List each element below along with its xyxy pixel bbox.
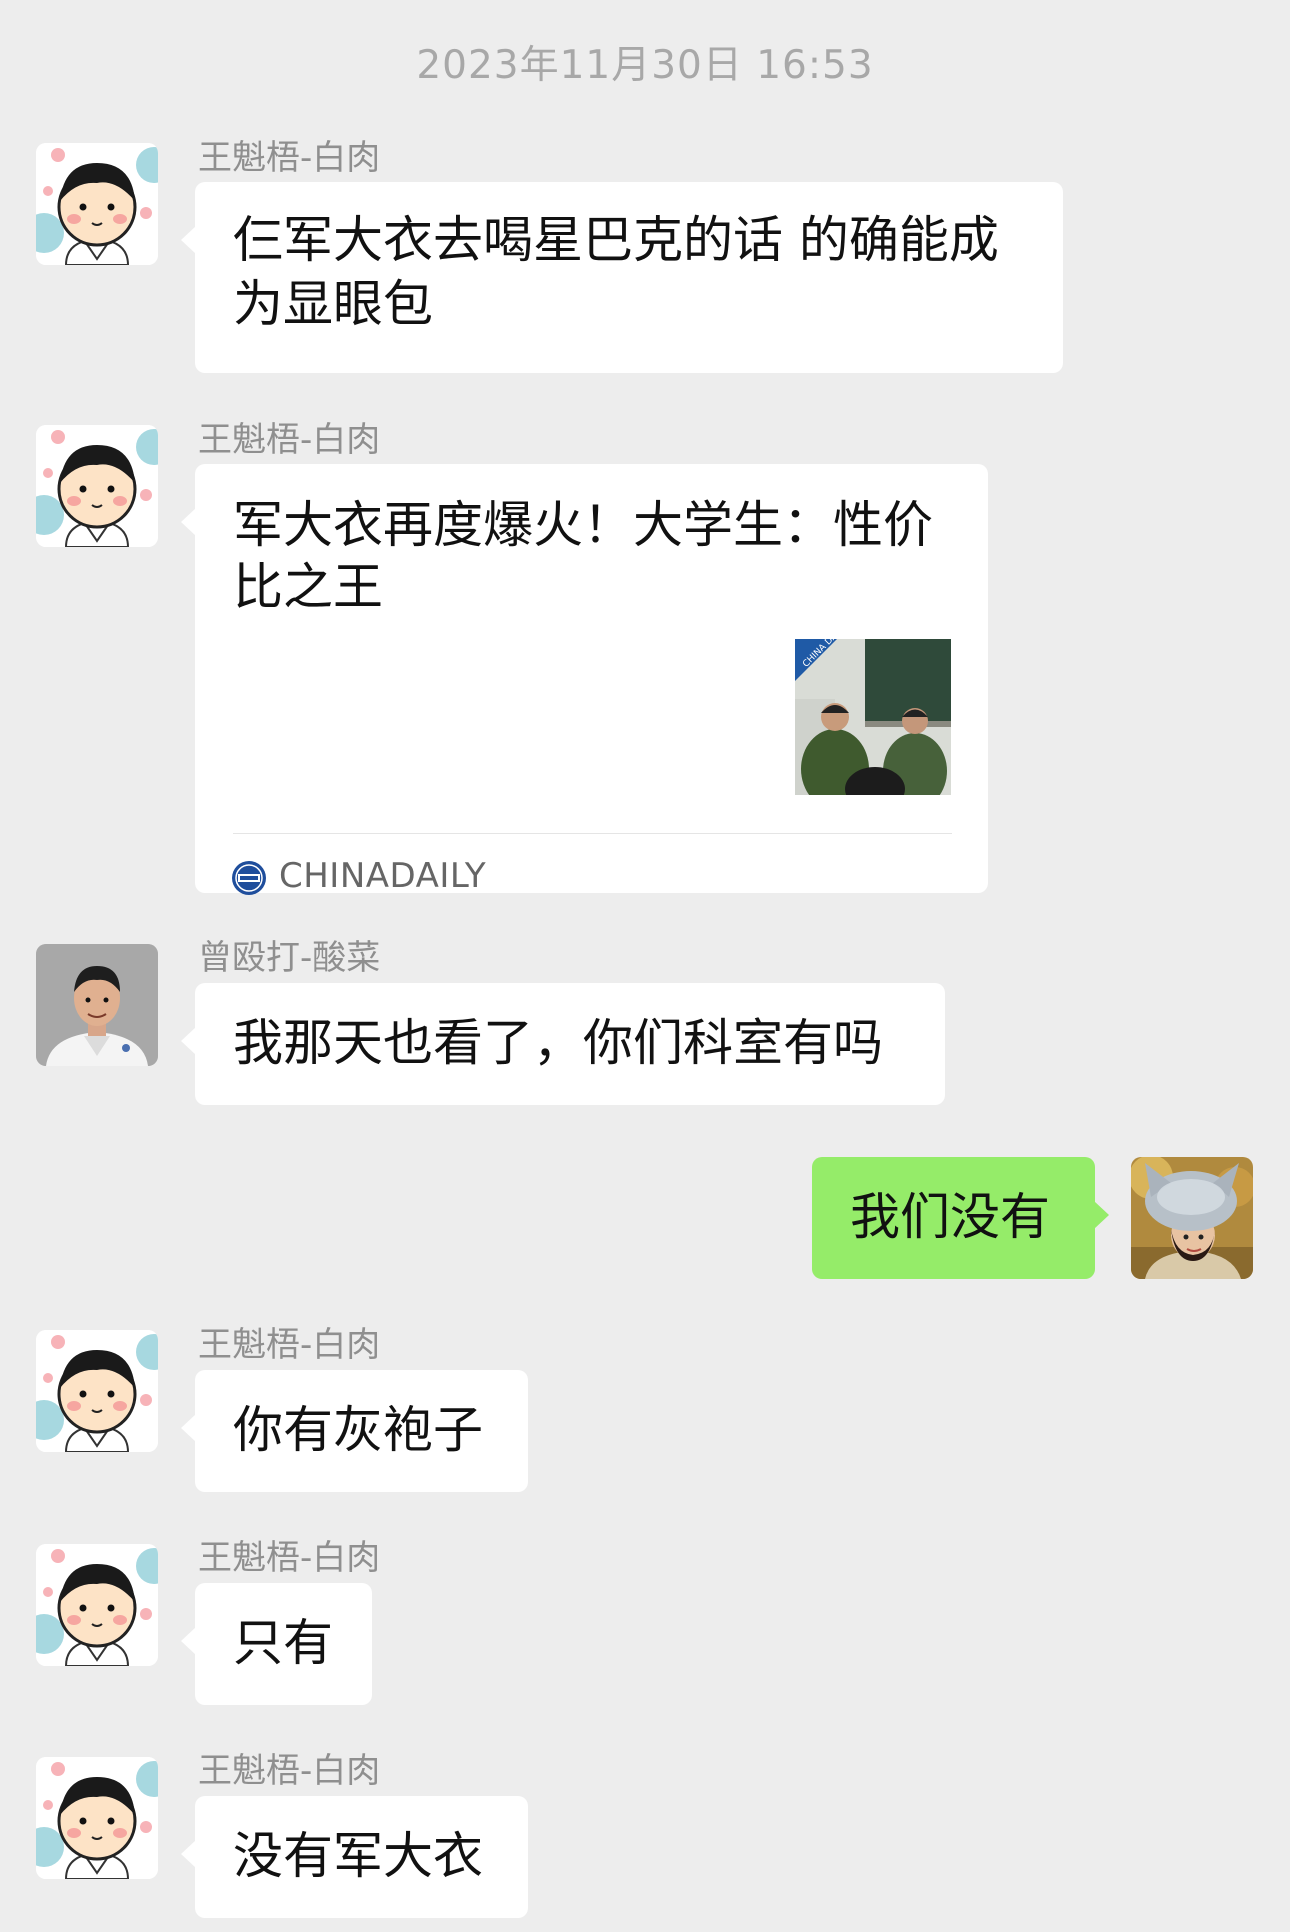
- sender-name: 王魁梧-白肉: [198, 1751, 381, 1791]
- article-title: 军大衣再度爆火！大学生：性价比之王: [233, 496, 933, 616]
- message-bubble[interactable]: 你有灰袍子: [181, 1370, 528, 1492]
- sender-name: 王魁梧-白肉: [198, 1325, 381, 1365]
- cartoon-avatar-icon[interactable]: [36, 1757, 158, 1879]
- sender-name: 王魁梧-白肉: [198, 138, 381, 178]
- sender-name: 王魁梧-白肉: [198, 420, 381, 460]
- card-divider: [233, 833, 952, 834]
- article-thumbnail: CHINA DAILY: [795, 639, 951, 795]
- china-daily-logo-icon: [231, 847, 267, 895]
- sender-name: 王魁梧-白肉: [198, 1538, 381, 1578]
- article-card[interactable]: 军大衣再度爆火！大学生：性价比之王 CHINA DAILY CHINADAILY: [181, 464, 988, 896]
- chat-timestamp: 2023年11月30日 16:53: [416, 43, 874, 88]
- message-text: 只有: [233, 1614, 333, 1672]
- cartoon-avatar-icon[interactable]: [36, 425, 158, 547]
- message-text: 我那天也看了，你们科室有吗: [233, 1014, 883, 1072]
- message-bubble[interactable]: 我那天也看了，你们科室有吗: [181, 983, 945, 1105]
- cartoon-avatar-icon[interactable]: [36, 1330, 158, 1452]
- cartoon-avatar-icon[interactable]: [36, 1544, 158, 1666]
- sender-name: 曾殴打-酸菜: [198, 938, 381, 978]
- cartoon-avatar-icon[interactable]: [36, 143, 158, 265]
- message-text: 没有军大衣: [233, 1827, 483, 1885]
- message-text: 仨军大衣去喝星巴克的话 的确能成为显眼包: [233, 211, 999, 333]
- doctor-avatar-icon[interactable]: [36, 944, 158, 1066]
- message-text: 你有灰袍子: [233, 1401, 483, 1459]
- message-bubble[interactable]: 没有军大衣: [181, 1796, 528, 1918]
- my-avatar-icon[interactable]: [1131, 1157, 1253, 1279]
- message-bubble[interactable]: 只有: [181, 1583, 372, 1705]
- message-bubble[interactable]: 仨军大衣去喝星巴克的话 的确能成为显眼包: [181, 182, 1063, 373]
- message-text: 我们没有: [850, 1188, 1050, 1246]
- article-source: CHINADAILY: [279, 856, 487, 896]
- my-message-bubble[interactable]: 我们没有: [812, 1157, 1109, 1279]
